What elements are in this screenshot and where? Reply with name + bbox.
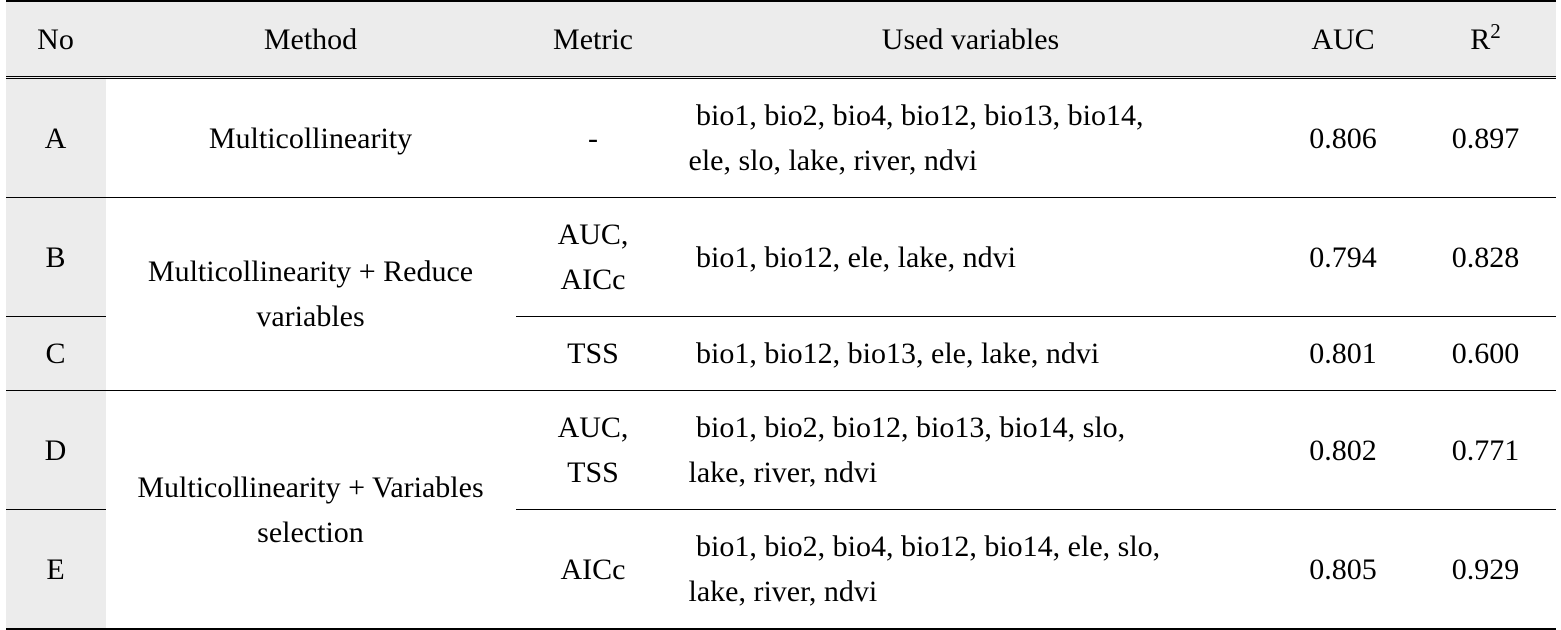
cell-no: C — [6, 317, 106, 391]
vars-line: bio1, bio2, bio4, bio12, bio13, bio14, — [689, 93, 1263, 138]
cell-auc: 0.805 — [1271, 510, 1416, 630]
cell-no: A — [6, 78, 106, 198]
cell-vars: bio1, bio2, bio4, bio12, bio14, ele, slo… — [671, 510, 1271, 630]
cell-auc: 0.794 — [1271, 198, 1416, 317]
cell-metric: - — [516, 78, 671, 198]
cell-vars: bio1, bio2, bio12, bio13, bio14, slo, la… — [671, 391, 1271, 510]
method-line: Multicollinearity + Variables — [137, 471, 483, 504]
cell-r2: 0.897 — [1416, 78, 1556, 198]
vars-line: bio1, bio2, bio12, bio13, bio14, slo, — [689, 405, 1263, 450]
method-line: variables — [256, 300, 364, 333]
header-no: No — [6, 1, 106, 78]
cell-r2: 0.828 — [1416, 198, 1556, 317]
header-vars: Used variables — [671, 1, 1271, 78]
cell-metric: AUC, AICc — [516, 198, 671, 317]
cell-r2: 0.600 — [1416, 317, 1556, 391]
metric-line: AUC, — [558, 411, 629, 444]
header-r2: R2 — [1416, 1, 1556, 78]
cell-vars: bio1, bio2, bio4, bio12, bio13, bio14, e… — [671, 78, 1271, 198]
vars-line: bio1, bio12, bio13, ele, lake, ndvi — [689, 331, 1263, 376]
cell-no: D — [6, 391, 106, 510]
metric-line: AICc — [561, 263, 626, 296]
cell-auc: 0.801 — [1271, 317, 1416, 391]
cell-auc: 0.806 — [1271, 78, 1416, 198]
metric-line: TSS — [567, 456, 619, 489]
vars-line: lake, river, ndvi — [689, 450, 1263, 495]
cell-no: E — [6, 510, 106, 630]
header-r2-pre: R — [1470, 23, 1490, 56]
table-row: D Multicollinearity + Variables selectio… — [6, 391, 1556, 510]
metric-line: AUC, — [558, 218, 629, 251]
vars-line: bio1, bio2, bio4, bio12, bio14, ele, slo… — [689, 524, 1263, 569]
method-line: Multicollinearity + Reduce — [148, 255, 473, 288]
table-header-row: No Method Metric Used variables AUC R2 — [6, 1, 1556, 78]
cell-metric: AICc — [516, 510, 671, 630]
method-line: selection — [257, 516, 364, 549]
cell-r2: 0.929 — [1416, 510, 1556, 630]
table-row: A Multicollinearity - bio1, bio2, bio4, … — [6, 78, 1556, 198]
vars-line: ele, slo, lake, river, ndvi — [689, 138, 1263, 183]
table-row: B Multicollinearity + Reduce variables A… — [6, 198, 1556, 317]
vars-line: lake, river, ndvi — [689, 569, 1263, 614]
header-metric: Metric — [516, 1, 671, 78]
cell-auc: 0.802 — [1271, 391, 1416, 510]
cell-method: Multicollinearity — [106, 78, 516, 198]
header-r2-sup: 2 — [1490, 19, 1501, 43]
header-method: Method — [106, 1, 516, 78]
results-table: No Method Metric Used variables AUC R2 A… — [6, 0, 1556, 630]
cell-vars: bio1, bio12, bio13, ele, lake, ndvi — [671, 317, 1271, 391]
cell-method: Multicollinearity + Variables selection — [106, 391, 516, 630]
cell-vars: bio1, bio12, ele, lake, ndvi — [671, 198, 1271, 317]
vars-line: bio1, bio12, ele, lake, ndvi — [689, 235, 1263, 280]
cell-method: Multicollinearity + Reduce variables — [106, 198, 516, 391]
cell-metric: TSS — [516, 317, 671, 391]
cell-metric: AUC, TSS — [516, 391, 671, 510]
cell-no: B — [6, 198, 106, 317]
header-auc: AUC — [1271, 1, 1416, 78]
cell-r2: 0.771 — [1416, 391, 1556, 510]
